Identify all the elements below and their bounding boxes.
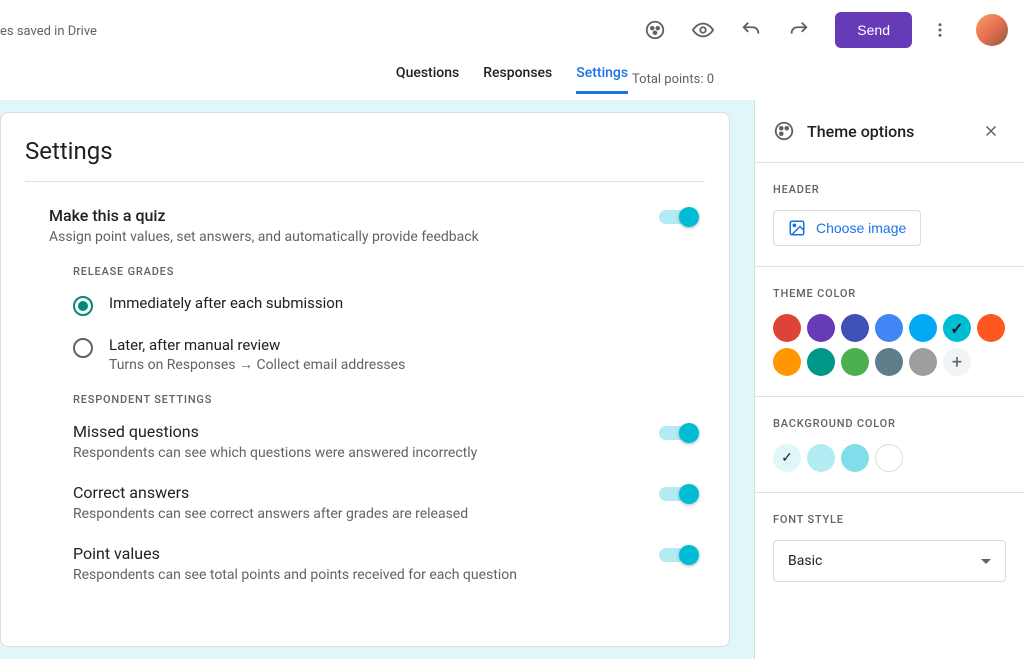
theme-color-swatch[interactable] <box>841 314 869 342</box>
theme-color-swatch[interactable] <box>773 348 801 376</box>
theme-color-swatch[interactable] <box>807 314 835 342</box>
theme-color-swatch[interactable] <box>909 348 937 376</box>
quiz-title: Make this a quiz <box>49 206 479 225</box>
radio-immediate-label: Immediately after each submission <box>109 294 343 312</box>
radio-icon <box>73 338 93 358</box>
send-button[interactable]: Send <box>835 12 912 48</box>
radio-icon <box>73 296 93 316</box>
preview-icon[interactable] <box>683 10 723 50</box>
save-status: es saved in Drive <box>0 24 97 39</box>
more-options-icon[interactable] <box>920 10 960 50</box>
theme-color-swatch[interactable] <box>977 314 1005 342</box>
font-select[interactable]: Basic <box>773 540 1006 582</box>
bg-color-swatch[interactable] <box>875 444 903 472</box>
theme-color-swatch[interactable] <box>841 348 869 376</box>
choose-image-label: Choose image <box>816 220 906 236</box>
font-label: FONT STYLE <box>773 513 1006 526</box>
add-color-button[interactable]: + <box>943 348 971 376</box>
undo-icon[interactable] <box>731 10 771 50</box>
theme-color-swatch[interactable] <box>875 314 903 342</box>
radio-immediate[interactable]: Immediately after each submission <box>73 294 705 316</box>
theme-panel: Theme options HEADER Choose image THEME … <box>754 100 1024 659</box>
quiz-toggle[interactable] <box>659 210 695 224</box>
points-desc: Respondents can see total points and poi… <box>73 567 517 583</box>
page-title: Settings <box>25 137 705 182</box>
radio-later[interactable]: Later, after manual review Turns on Resp… <box>73 336 705 373</box>
release-grades-label: RELEASE GRADES <box>73 265 705 278</box>
correct-desc: Respondents can see correct answers afte… <box>73 506 468 522</box>
chevron-down-icon <box>981 559 991 564</box>
total-points: Total points: 0 <box>632 72 714 87</box>
missed-desc: Respondents can see which questions were… <box>73 445 477 461</box>
redo-icon[interactable] <box>779 10 819 50</box>
theme-color-swatch[interactable] <box>943 314 971 342</box>
theme-color-swatch[interactable] <box>909 314 937 342</box>
settings-card: Settings Make this a quiz Assign point v… <box>0 112 730 647</box>
header-label: HEADER <box>773 183 1006 196</box>
theme-color-label: THEME COLOR <box>773 287 1006 300</box>
correct-toggle[interactable] <box>659 487 695 501</box>
quiz-desc: Assign point values, set answers, and au… <box>49 229 479 245</box>
theme-title: Theme options <box>807 122 914 141</box>
choose-image-button[interactable]: Choose image <box>773 210 921 246</box>
tab-responses[interactable]: Responses <box>483 65 552 94</box>
missed-title: Missed questions <box>73 422 477 441</box>
tab-settings[interactable]: Settings <box>576 65 628 94</box>
customize-theme-icon[interactable] <box>635 10 675 50</box>
image-icon <box>788 219 806 237</box>
missed-toggle[interactable] <box>659 426 695 440</box>
points-toggle[interactable] <box>659 548 695 562</box>
theme-color-swatch[interactable] <box>773 314 801 342</box>
bg-color-swatch[interactable] <box>773 444 801 472</box>
bg-color-label: BACKGROUND COLOR <box>773 417 1006 430</box>
theme-color-swatch[interactable] <box>807 348 835 376</box>
bg-color-swatch[interactable] <box>841 444 869 472</box>
close-icon[interactable] <box>976 116 1006 146</box>
tab-questions[interactable]: Questions <box>396 65 459 94</box>
palette-icon <box>773 120 795 142</box>
bg-color-swatch[interactable] <box>807 444 835 472</box>
theme-color-swatch[interactable] <box>875 348 903 376</box>
radio-later-desc: Turns on Responses → Collect email addre… <box>109 356 405 373</box>
font-value: Basic <box>788 553 822 569</box>
points-title: Point values <box>73 544 517 563</box>
correct-title: Correct answers <box>73 483 468 502</box>
radio-later-label: Later, after manual review <box>109 336 405 354</box>
avatar[interactable] <box>976 14 1008 46</box>
respondent-label: RESPONDENT SETTINGS <box>73 393 705 406</box>
